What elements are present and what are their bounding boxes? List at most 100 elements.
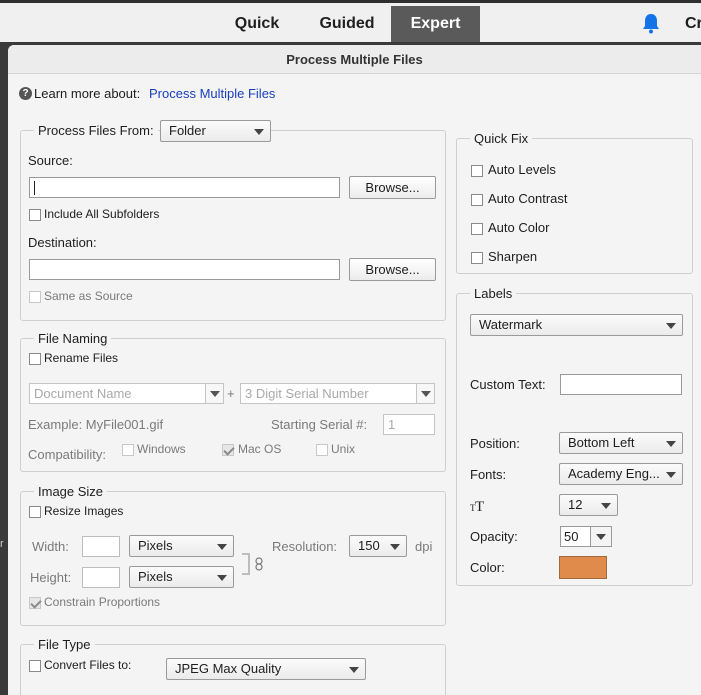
quick-fix-legend: Quick Fix: [470, 131, 533, 146]
resolution-value: 150: [358, 538, 380, 553]
starting-serial-label: Starting Serial #:: [271, 417, 368, 432]
font-value: Academy Eng...: [568, 466, 660, 481]
notification-bell-icon[interactable]: [641, 12, 661, 34]
auto-levels-label: Auto Levels: [488, 162, 556, 177]
file-format-value: JPEG Max Quality: [175, 661, 282, 676]
chevron-down-icon: [210, 391, 220, 397]
resolution-label: Resolution:: [272, 539, 338, 554]
top-right-truncated-text: Cr: [685, 15, 701, 32]
opacity-label: Opacity:: [470, 529, 518, 544]
same-as-source-label: Same as Source: [44, 289, 133, 303]
include-subfolders-checkbox[interactable]: [29, 209, 41, 221]
resolution-select[interactable]: 150: [349, 535, 407, 557]
font-size-select[interactable]: 12: [559, 494, 618, 516]
naming-example-text: Example: MyFile001.gif: [28, 417, 164, 432]
position-select[interactable]: Bottom Left: [559, 432, 683, 454]
opacity-dropdown-button[interactable]: [590, 527, 611, 546]
rename-files-label: Rename Files: [44, 351, 119, 365]
chevron-down-icon: [666, 441, 676, 447]
constrain-proportions-checkbox[interactable]: [29, 597, 41, 609]
source-browse-button[interactable]: Browse...: [349, 176, 436, 199]
file-type-legend: File Type: [34, 637, 95, 652]
compat-windows-label: Windows: [137, 442, 186, 456]
chevron-down-icon: [217, 575, 227, 581]
compat-windows-checkbox[interactable]: [122, 444, 134, 456]
convert-files-label: Convert Files to:: [44, 658, 132, 672]
auto-contrast-checkbox[interactable]: [471, 194, 483, 206]
color-label: Color:: [470, 560, 505, 575]
width-input[interactable]: [82, 536, 120, 557]
compat-unix-checkbox[interactable]: [316, 444, 328, 456]
height-label: Height:: [30, 570, 72, 585]
fonts-label: Fonts:: [470, 467, 507, 482]
svg-text:T: T: [475, 499, 484, 513]
mode-expert-tab[interactable]: Expert: [391, 6, 480, 42]
label-color-swatch[interactable]: [559, 556, 607, 579]
position-value: Bottom Left: [568, 435, 635, 450]
sharpen-checkbox[interactable]: [471, 252, 483, 264]
height-unit-value: Pixels: [138, 569, 173, 584]
chevron-down-icon: [596, 534, 606, 540]
width-unit-select[interactable]: Pixels: [129, 535, 234, 557]
document-name-placeholder: Document Name: [34, 386, 132, 401]
auto-color-checkbox[interactable]: [471, 223, 483, 235]
process-multiple-files-dialog: Process Multiple Files ? Learn more abou…: [8, 45, 701, 695]
font-size-icon: T T: [470, 499, 484, 513]
mode-guided-tab[interactable]: Guided: [306, 6, 388, 42]
learn-more-label: Learn more about:: [34, 86, 141, 101]
image-size-legend: Image Size: [34, 484, 108, 499]
serial-number-combo[interactable]: 3 Digit Serial Number: [240, 383, 435, 404]
source-input[interactable]: [29, 177, 340, 198]
text-cursor: [34, 181, 35, 195]
document-name-dropdown-button[interactable]: [205, 384, 223, 403]
height-unit-select[interactable]: Pixels: [129, 566, 234, 588]
background-edge-text: r: [0, 538, 4, 550]
learn-more-link[interactable]: Process Multiple Files: [149, 86, 275, 101]
compat-macos-checkbox[interactable]: [222, 444, 234, 456]
resize-images-checkbox[interactable]: [29, 506, 41, 518]
labels-type-select[interactable]: Watermark: [470, 314, 683, 336]
custom-text-label: Custom Text:: [470, 377, 546, 392]
file-naming-legend: File Naming: [34, 331, 112, 346]
chevron-down-icon: [349, 667, 359, 673]
width-unit-value: Pixels: [138, 538, 173, 553]
mode-quick-tab[interactable]: Quick: [221, 6, 293, 42]
constrain-proportions-label: Constrain Proportions: [44, 595, 161, 609]
chevron-down-icon: [666, 323, 676, 329]
include-subfolders-label: Include All Subfolders: [44, 207, 160, 221]
document-name-combo[interactable]: Document Name: [29, 383, 224, 404]
custom-text-input[interactable]: [560, 374, 682, 395]
process-from-value: Folder: [169, 123, 206, 138]
chevron-down-icon: [217, 544, 227, 550]
file-format-select[interactable]: JPEG Max Quality: [166, 658, 366, 680]
serial-number-placeholder: 3 Digit Serial Number: [245, 386, 369, 401]
opacity-input[interactable]: 50: [560, 526, 612, 547]
destination-label: Destination:: [28, 235, 97, 250]
process-from-select[interactable]: Folder: [160, 120, 271, 142]
destination-input[interactable]: [29, 259, 340, 280]
auto-levels-checkbox[interactable]: [471, 165, 483, 177]
convert-files-checkbox[interactable]: [29, 660, 41, 672]
chevron-down-icon: [601, 503, 611, 509]
source-label: Source:: [28, 153, 73, 168]
proportion-bracket: [242, 553, 250, 575]
opacity-value: 50: [564, 529, 579, 544]
serial-number-dropdown-button[interactable]: [416, 384, 434, 403]
rename-files-checkbox[interactable]: [29, 353, 41, 365]
link-chain-icon[interactable]: [254, 557, 264, 571]
width-label: Width:: [32, 539, 69, 554]
help-icon[interactable]: ?: [19, 87, 32, 100]
starting-serial-input[interactable]: 1: [383, 414, 435, 435]
chevron-down-icon: [390, 544, 400, 550]
compatibility-label: Compatibility:: [28, 447, 107, 462]
font-select[interactable]: Academy Eng...: [559, 463, 683, 485]
position-label: Position:: [470, 436, 520, 451]
height-input[interactable]: [82, 567, 120, 588]
process-from-label: Process Files From:: [34, 123, 158, 138]
same-as-source-checkbox[interactable]: [29, 291, 41, 303]
destination-browse-button[interactable]: Browse...: [349, 258, 436, 281]
chevron-down-icon: [421, 391, 431, 397]
auto-contrast-label: Auto Contrast: [488, 191, 568, 206]
dialog-title: Process Multiple Files: [8, 45, 701, 74]
compat-unix-label: Unix: [331, 442, 356, 456]
